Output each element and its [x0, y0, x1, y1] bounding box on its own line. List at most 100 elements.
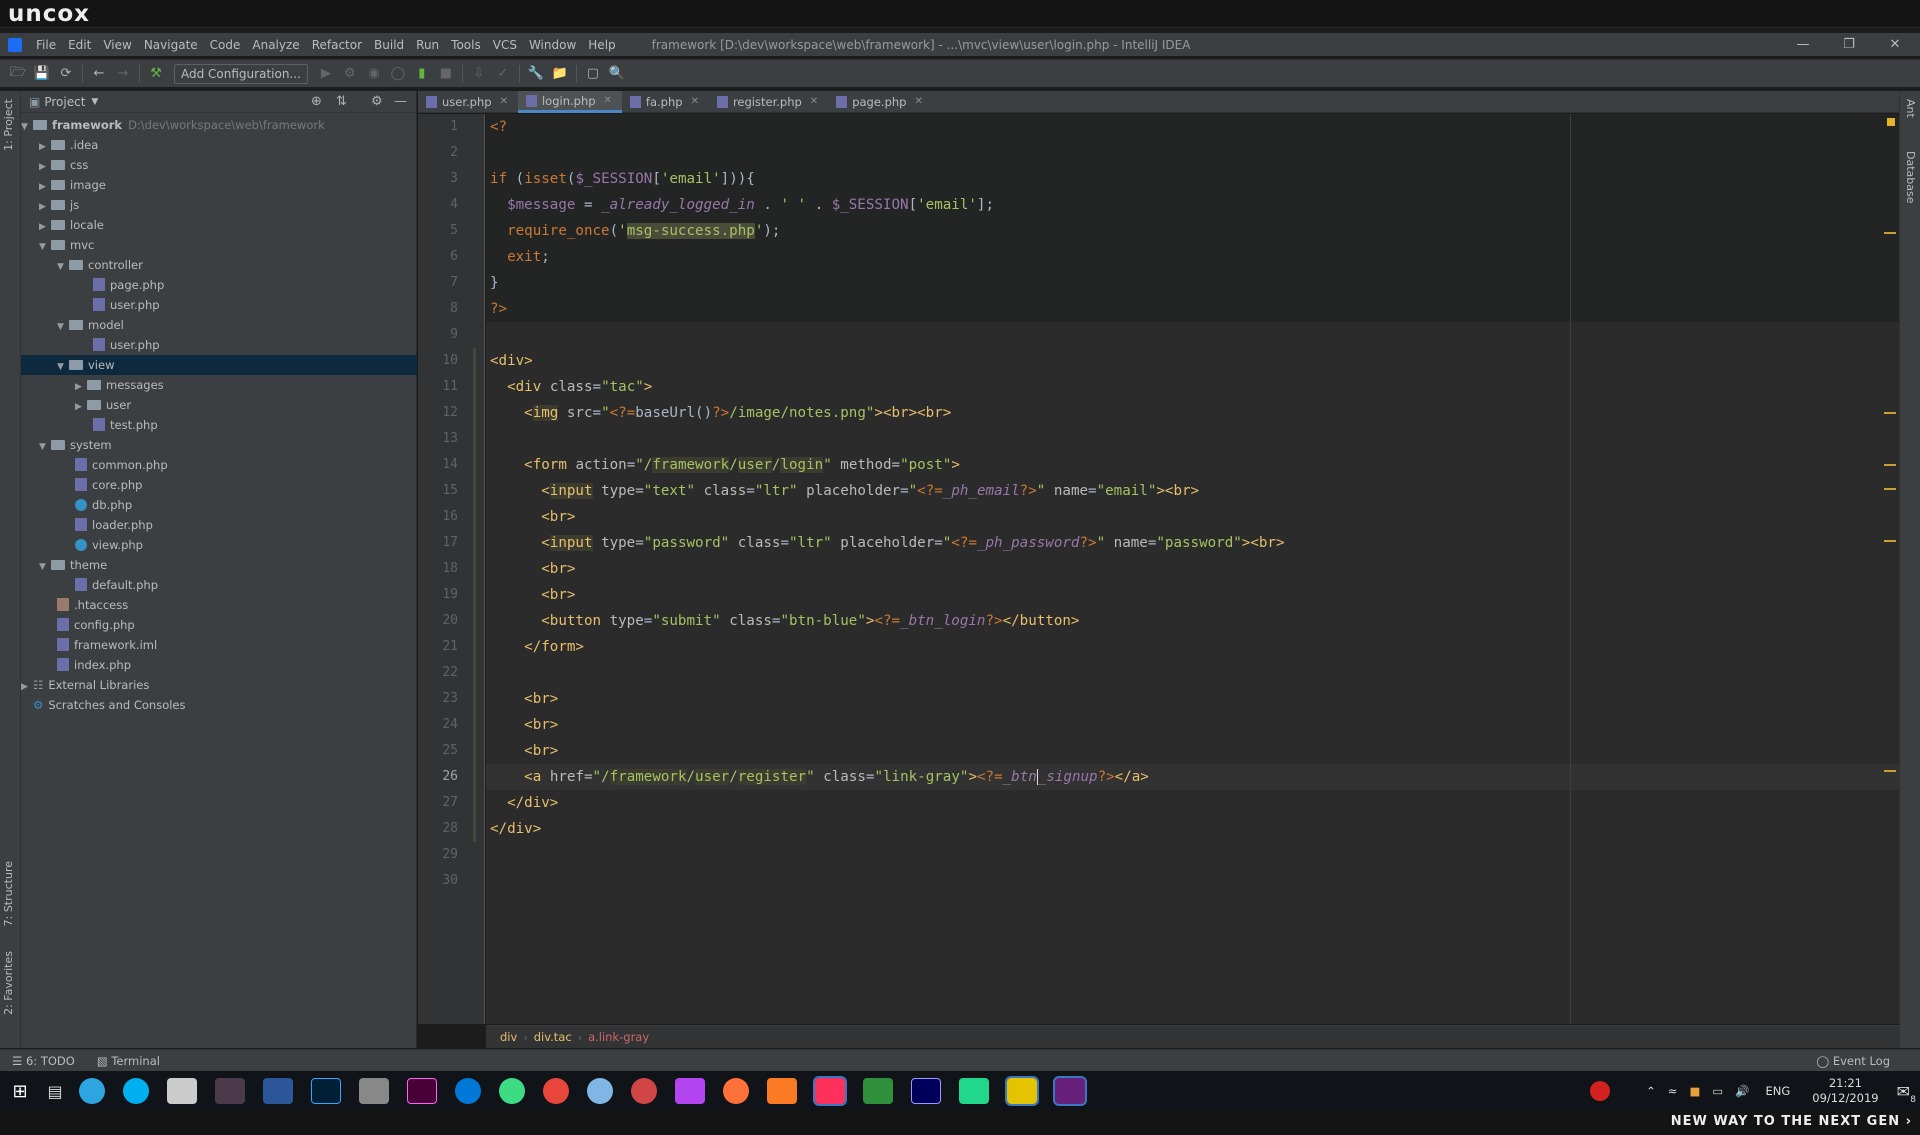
code-editor[interactable]: <? if (isset($_SESSION['email'])){ $mess… [486, 114, 1899, 1024]
volume-icon[interactable]: 🔊 [1735, 1084, 1749, 1098]
open-folder-icon[interactable]: 🗁 [6, 62, 30, 86]
tree-item[interactable]: ▶ js [39, 195, 79, 215]
tree-item[interactable]: db.php [75, 495, 132, 515]
warning-stripe-marker[interactable] [1884, 540, 1896, 542]
tree-item[interactable]: ▼ mvc [39, 235, 94, 255]
language-indicator[interactable]: ENG [1766, 1084, 1791, 1098]
collapsed-arrow-icon[interactable]: ▶ [39, 217, 51, 237]
audition-icon[interactable] [911, 1078, 941, 1104]
menu-tools[interactable]: Tools [445, 38, 487, 52]
chevron-down-icon[interactable]: ▼ [91, 97, 98, 107]
ant-tool-tab[interactable]: Ant [1904, 99, 1917, 118]
project-panel-title[interactable]: Project [44, 95, 85, 109]
globe-app-icon[interactable] [587, 1078, 613, 1104]
app-tray-icon[interactable]: ■ [1689, 1084, 1700, 1098]
collapsed-arrow-icon[interactable]: ▶ [39, 157, 51, 177]
tree-item[interactable]: loader.php [75, 515, 153, 535]
database-tool-tab[interactable]: Database [1904, 151, 1917, 204]
expanded-arrow-icon[interactable]: ▼ [39, 437, 51, 457]
paint-app-icon[interactable] [631, 1078, 657, 1104]
project-structure-icon[interactable]: 📁 [548, 62, 572, 86]
add-configuration-button[interactable]: Add Configuration... [174, 63, 308, 84]
tree-item[interactable]: page.php [93, 275, 164, 295]
save-icon[interactable]: 💾 [30, 62, 54, 86]
windows-start-icon[interactable]: ⊞ [0, 1071, 40, 1111]
phpstorm-icon[interactable] [675, 1078, 705, 1104]
tab-page-php[interactable]: page.php ✕ [828, 91, 933, 113]
firefox-icon[interactable] [723, 1078, 749, 1104]
coverage-icon[interactable]: ◉ [362, 62, 386, 86]
notepad-app-icon[interactable] [863, 1078, 893, 1104]
database-app-icon[interactable] [359, 1078, 389, 1104]
tree-item[interactable]: ▼ system [39, 435, 112, 455]
menu-edit[interactable]: Edit [62, 38, 97, 52]
tree-item[interactable]: default.php [75, 575, 158, 595]
menu-view[interactable]: View [97, 38, 137, 52]
tree-item[interactable]: test.php [93, 415, 158, 435]
tree-root-framework[interactable]: ▼ framework D:\dev\workspace\web\framework [21, 115, 325, 135]
search-icon[interactable]: 🔍 [605, 62, 629, 86]
vcs-update-icon[interactable]: ⇩ [467, 62, 491, 86]
forward-arrow-icon[interactable]: → [111, 62, 135, 86]
warning-stripe-marker[interactable] [1884, 412, 1896, 414]
tree-item[interactable]: .htaccess [57, 595, 128, 615]
collapse-all-icon[interactable]: ⇅ [336, 94, 347, 109]
build-hammer-icon[interactable]: ⚒ [144, 62, 168, 86]
photoshop-icon[interactable] [311, 1078, 341, 1104]
word-icon[interactable] [263, 1078, 293, 1104]
tree-item[interactable]: core.php [75, 475, 142, 495]
chrome-icon[interactable] [543, 1078, 569, 1104]
tree-item[interactable]: ▼ controller [57, 255, 143, 275]
tree-item[interactable]: index.php [57, 655, 131, 675]
back-arrow-icon[interactable]: ← [87, 62, 111, 86]
close-window-icon[interactable]: ✕ [1872, 33, 1918, 56]
adobe-xd-icon[interactable] [407, 1078, 437, 1104]
profile-icon[interactable]: ◯ [386, 62, 410, 86]
tree-item[interactable]: ▶ locale [39, 215, 104, 235]
favorites-tool-tab[interactable]: 2: Favorites [2, 951, 15, 1015]
warning-stripe-marker[interactable] [1884, 232, 1896, 234]
tree-item-external-libraries[interactable]: ▶ ☷ External Libraries [21, 675, 149, 695]
tree-item[interactable]: config.php [57, 615, 135, 635]
expanded-arrow-icon[interactable]: ▼ [39, 557, 51, 577]
collapsed-arrow-icon[interactable]: ▶ [75, 397, 87, 417]
sticky-app-icon[interactable] [1005, 1076, 1039, 1106]
todo-tool-tab[interactable]: ☰ 6: TODO [12, 1054, 75, 1068]
tree-item[interactable]: ▼ model [57, 315, 124, 335]
notification-icon[interactable]: ✉ 8 [1897, 1082, 1916, 1105]
tree-item[interactable]: framework.iml [57, 635, 157, 655]
menu-help[interactable]: Help [582, 38, 621, 52]
tree-item[interactable]: user.php [93, 295, 160, 315]
run-icon[interactable]: ▶ [314, 62, 338, 86]
menu-build[interactable]: Build [368, 38, 410, 52]
warning-stripe-marker[interactable] [1884, 770, 1896, 772]
expanded-arrow-icon[interactable]: ▼ [57, 317, 69, 337]
vcs-commit-icon[interactable]: ✓ [491, 62, 515, 86]
terminal-tool-tab[interactable]: ▧ Terminal [97, 1054, 160, 1068]
intellij-app-icon[interactable] [8, 37, 22, 52]
presentation-icon[interactable]: ▢ [581, 62, 605, 86]
breadcrumb-a-link-gray[interactable]: a.link-gray [588, 1030, 649, 1044]
minimize-icon[interactable]: — [1780, 33, 1826, 56]
tree-item[interactable]: ▶ messages [75, 375, 164, 395]
tab-user-php[interactable]: user.php ✕ [418, 91, 518, 113]
clock[interactable]: 21:21 09/12/2019 [1812, 1076, 1878, 1106]
sync-icon[interactable]: ⟳ [54, 62, 78, 86]
xampp-icon[interactable] [767, 1078, 797, 1104]
expanded-arrow-icon[interactable]: ▼ [57, 357, 69, 377]
project-tool-tab[interactable]: 1: Project [2, 99, 15, 151]
warning-stripe-marker[interactable] [1884, 464, 1896, 466]
menu-vcs[interactable]: VCS [487, 38, 523, 52]
restore-icon[interactable]: ❐ [1826, 33, 1872, 56]
menu-code[interactable]: Code [204, 38, 247, 52]
attach-icon[interactable]: ▮ [410, 62, 434, 86]
camtasia-icon[interactable] [959, 1078, 989, 1104]
expanded-arrow-icon[interactable]: ▼ [57, 257, 69, 277]
close-tab-icon[interactable]: ✕ [500, 91, 508, 113]
fox-app-icon[interactable] [215, 1078, 245, 1104]
tree-item[interactable]: view.php [75, 535, 143, 555]
tab-register-php[interactable]: register.php ✕ [709, 91, 828, 113]
tree-item[interactable]: ▶ user [75, 395, 131, 415]
close-tab-icon[interactable]: ✕ [691, 91, 699, 113]
locate-file-icon[interactable]: ⊕ [311, 94, 322, 109]
